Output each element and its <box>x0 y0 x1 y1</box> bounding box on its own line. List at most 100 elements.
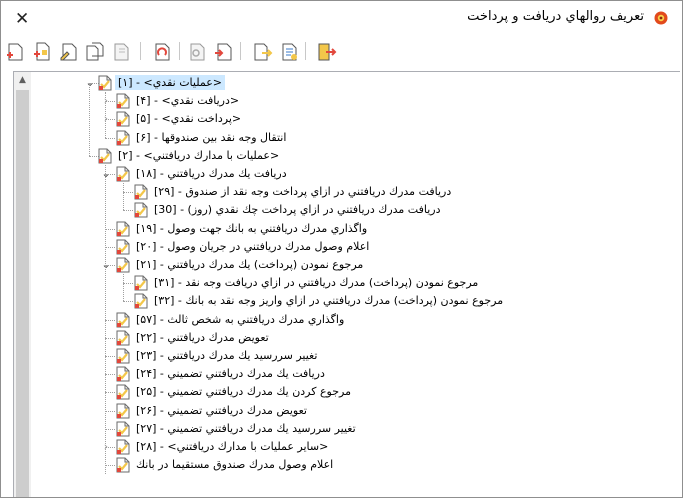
tree-node-label: اعلام وصول مدرك دريافتني در جريان وصول -… <box>136 239 370 253</box>
tree-node[interactable]: تعويض مدرك دريافتني تضميني - [۲۶] <box>31 402 680 420</box>
tree-node-label: دريافت يك مدرك دريافتني - [۱۸] <box>136 167 287 180</box>
document-refresh-button[interactable] <box>152 42 172 61</box>
tree-node-label: واگذاري مدرك دريافتني به بانك جهت وصول -… <box>136 221 368 235</box>
scrollbar-thumb[interactable] <box>16 90 29 497</box>
tree-guide-line <box>105 465 115 467</box>
tree-guide-line <box>105 337 115 339</box>
tree-guide-line <box>105 92 106 138</box>
workflow-document-icon <box>133 275 149 291</box>
collapse-chevron-icon[interactable]: ⌄ <box>99 166 113 182</box>
expand-chevron-icon[interactable]: › <box>99 439 113 455</box>
new-document-icon <box>7 43 23 61</box>
tree-node-label: تغيير سررسيد يك مدرك دريافتني تضميني - [… <box>136 421 356 435</box>
document-disabled-icon <box>114 43 129 61</box>
edit-document-icon <box>60 43 77 61</box>
tree-node-label: <عمليات نقدي> - [۱] <box>115 75 226 90</box>
tree-node[interactable]: ⌄ مرجوع نمودن (پرداخت) يك مدرك دريافتني … <box>31 256 680 274</box>
tree-node-label: <ساير عمليات با مدارك دريافتني> - [۲۸] <box>136 440 329 453</box>
tree-node[interactable]: واگذاري مدرك دريافتني به بانك جهت وصول -… <box>31 220 680 238</box>
tree-node[interactable]: واگذاري مدرك دريافتني به شخص ثالث - [۵۷] <box>31 311 680 329</box>
new-subitem-button[interactable] <box>33 42 53 61</box>
edit-document-button[interactable] <box>59 42 79 61</box>
tree-guide-line <box>105 319 115 321</box>
tree-node[interactable]: <عمليات با مدارك دريافتني> - [۲] <box>31 147 680 165</box>
document-disabled-button[interactable] <box>111 42 131 61</box>
workflow-document-icon <box>115 257 131 273</box>
workflow-document-icon <box>133 184 149 200</box>
tree-node[interactable]: ⌄ <عمليات نقدي> - [۱] <box>31 74 680 92</box>
toolbar <box>1 36 682 66</box>
tree-node[interactable]: دريافت مدرك دريافتني در ازاي پرداخت چك ن… <box>31 201 680 219</box>
exit-button[interactable] <box>317 42 337 61</box>
document-refresh-icon <box>155 43 170 61</box>
document-copy-button[interactable] <box>85 42 105 61</box>
tree-node[interactable]: اعلام وصول مدرك دريافتني در جريان وصول -… <box>31 238 680 256</box>
document-find-icon <box>190 43 205 61</box>
close-button[interactable]: ✕ <box>9 6 35 30</box>
workflow-document-icon <box>133 293 149 309</box>
tree-node[interactable]: › <دريافت نقدي> - [۴] <box>31 92 680 110</box>
tree-guide-line <box>105 164 106 475</box>
tree-node[interactable]: دريافت يك مدرك دريافتني تضميني - [۲۴] <box>31 365 680 383</box>
tree-node[interactable]: دريافت مدرك دريافتني در ازاي پرداخت وجه … <box>31 183 680 201</box>
tree-guide-line <box>123 283 133 285</box>
tree-node-label: مرجوع كردن يك مدرك دريافتني تضميني - [۲۵… <box>136 385 351 399</box>
tree-guide-line <box>123 210 133 212</box>
workflow-document-icon <box>115 330 131 346</box>
tree-node[interactable]: تعويض مدرك دريافتني - [۲۲] <box>31 329 680 347</box>
workflow-document-icon <box>115 366 131 382</box>
tree-node-label: مرجوع نمودن (پرداخت) مدرك دريافتني در از… <box>154 294 504 308</box>
tree-node-label: مرجوع نمودن (پرداخت) مدرك دريافتني در از… <box>154 276 479 290</box>
expand-chevron-icon[interactable]: › <box>99 93 113 109</box>
tree-node[interactable]: › <ساير عمليات با مدارك دريافتني> - [۲۸] <box>31 438 680 456</box>
tree-guide-line <box>123 192 133 194</box>
tree-node[interactable]: انتقال وجه نقد بين صندوقها - [۶] <box>31 129 680 147</box>
collapse-chevron-icon[interactable]: ⌄ <box>99 257 113 273</box>
document-find-button[interactable] <box>187 42 207 61</box>
document-copy-icon <box>86 42 104 61</box>
report-icon <box>282 43 297 61</box>
tree-node[interactable]: اعلام وصول مدرك صندوق مستقيما در بانك <box>31 456 680 474</box>
tree-guide-line <box>89 83 90 156</box>
tree-node[interactable]: مرجوع نمودن (پرداخت) مدرك دريافتني در از… <box>31 292 680 310</box>
workflow-document-icon <box>115 312 131 328</box>
tree-guide-line <box>105 137 115 139</box>
expand-chevron-icon[interactable]: › <box>99 111 113 127</box>
tree-guide-line <box>105 392 115 394</box>
document-move-button[interactable] <box>214 42 234 61</box>
workflow-document-icon <box>97 75 113 91</box>
tree-node[interactable]: مرجوع نمودن (پرداخت) مدرك دريافتني در از… <box>31 274 680 292</box>
exit-icon <box>318 43 337 61</box>
tree-node-label: <دريافت نقدي> - [۴] <box>136 94 240 108</box>
tree-guide-line <box>105 246 115 248</box>
tree-view[interactable]: ▲ ⌄ <عمليات نقدي> - [۱] › <دريافت نقدي> -… <box>13 71 680 497</box>
tree-node-label: تغيير سررسيد يك مدرك دريافتني - [۲۳] <box>136 349 318 362</box>
toolbar-separator <box>179 42 180 60</box>
app-logo-icon <box>654 11 668 25</box>
tree-node[interactable]: تغيير سررسيد يك مدرك دريافتني تضميني - [… <box>31 420 680 438</box>
title-bar: ✕ تعريف روالهاي دريافت و پرداخت <box>1 1 682 36</box>
window-title: تعريف روالهاي دريافت و پرداخت <box>467 9 644 24</box>
report-button[interactable] <box>280 42 300 61</box>
toolbar-separator <box>305 42 306 60</box>
tree-node-label: <پرداخت نقدي> - [۵] <box>136 112 242 126</box>
workflow-document-icon <box>115 348 131 364</box>
collapse-chevron-icon[interactable]: ⌄ <box>83 75 97 91</box>
workflow-document-icon <box>115 221 131 237</box>
export-arrow-button[interactable] <box>253 42 273 61</box>
tree-guide-line <box>105 356 115 357</box>
scroll-up-button[interactable]: ▲ <box>14 72 31 89</box>
tree-node[interactable]: ⌄ دريافت يك مدرك دريافتني - [۱۸] <box>31 165 680 183</box>
workflow-document-icon <box>115 403 131 419</box>
new-document-button[interactable] <box>6 42 26 61</box>
tree-node-label: تعويض مدرك دريافتني تضميني - [۲۶] <box>136 403 307 417</box>
workflow-document-icon <box>115 439 131 455</box>
tree-node[interactable]: › <پرداخت نقدي> - [۵] <box>31 110 680 128</box>
tree-node-label: دريافت يك مدرك دريافتني تضميني - [۲۴] <box>136 367 325 381</box>
vertical-scrollbar[interactable]: ▲ <box>14 72 31 497</box>
tree-node[interactable]: مرجوع كردن يك مدرك دريافتني تضميني - [۲۵… <box>31 383 680 401</box>
new-subitem-icon <box>34 42 50 61</box>
export-arrow-icon <box>254 43 273 61</box>
tree-node[interactable]: تغيير سررسيد يك مدرك دريافتني - [۲۳] <box>31 347 680 365</box>
workflow-document-icon <box>115 239 131 255</box>
